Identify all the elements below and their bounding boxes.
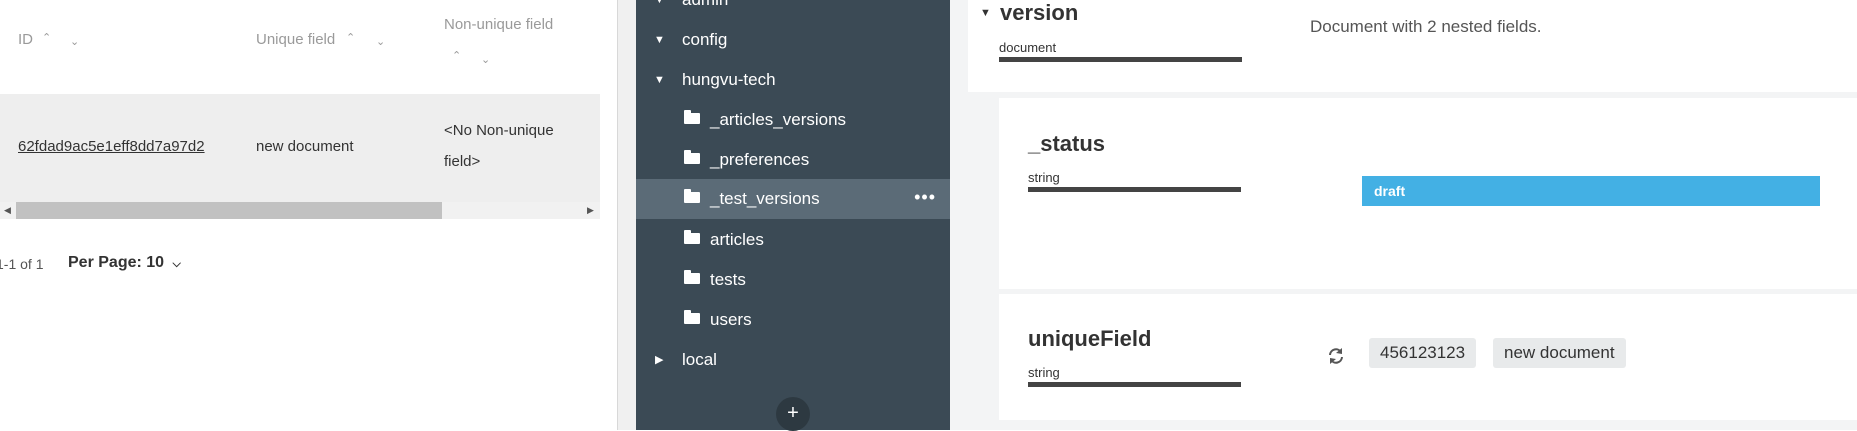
status-field-card: _status string draft (999, 98, 1857, 289)
field-type: string (1028, 170, 1060, 185)
table-row[interactable]: 62fdad9ac5e1eff8dd7a97d2 new document <N… (0, 94, 600, 202)
non-unique-field-cell-line1: <No Non-unique (444, 122, 554, 139)
tree-item-label: articles (710, 230, 764, 249)
tree-item-label: local (682, 350, 717, 369)
sort-desc-icon[interactable]: ⌄ (481, 53, 490, 66)
field-type-bar (1028, 187, 1241, 192)
pagination-range: 1-1 of 1 (0, 256, 44, 272)
tree-item-admin[interactable]: ▼ admin (636, 0, 950, 20)
horizontal-scrollbar[interactable]: ◀ ▶ (0, 202, 600, 219)
sort-asc-icon[interactable]: ⌃ (346, 31, 355, 44)
field-type-bar (1028, 382, 1241, 387)
chevron-down-icon: ⌵ (172, 258, 181, 270)
id-cell[interactable]: 62fdad9ac5e1eff8dd7a97d2 (18, 138, 205, 155)
column-header-unique-field[interactable]: Unique field (256, 31, 335, 48)
unique-field-cell: new document (256, 138, 354, 155)
per-page-label: Per Page: 10 (68, 254, 165, 271)
tree-item-label: admin (682, 0, 728, 20)
folder-icon (684, 189, 700, 203)
sort-asc-icon[interactable]: ⌃ (452, 49, 461, 62)
tree-item-label: tests (710, 270, 746, 289)
tree-item-label: config (682, 30, 728, 49)
tree-item-users[interactable]: users (636, 300, 950, 340)
value-tag[interactable]: 456123123 (1369, 338, 1477, 368)
tree-item-label: users (710, 310, 752, 329)
folder-icon (684, 230, 700, 244)
folder-icon (684, 150, 700, 164)
status-value-chip[interactable]: draft (1362, 176, 1820, 206)
unique-field-card: uniqueField string 456123123 new documen… (999, 294, 1857, 420)
tree-item-hungvu-tech[interactable]: ▼ hungvu-tech (636, 60, 950, 100)
column-header-id[interactable]: ID (18, 31, 33, 48)
field-name: version (1000, 0, 1079, 25)
refresh-icon[interactable] (1326, 346, 1346, 366)
field-name: _status (1028, 131, 1106, 156)
more-options-icon[interactable]: ••• (914, 179, 936, 215)
field-description: Document with 2 nested fields. (1310, 17, 1542, 36)
tree-item-test-versions[interactable]: _test_versions ••• (636, 179, 950, 219)
panel-splitter[interactable] (617, 0, 637, 430)
document-view-panel: ▼ version document Document with 2 neste… (950, 0, 1857, 430)
field-type: string (1028, 365, 1060, 380)
tree-item-label: _articles_versions (710, 110, 847, 129)
document-id-link[interactable]: 62fdad9ac5e1eff8dd7a97d2 (18, 138, 205, 155)
sort-desc-icon[interactable]: ⌄ (70, 35, 79, 48)
caret-down-icon[interactable]: ▼ (980, 7, 991, 19)
tree-item-config[interactable]: ▼ config (636, 20, 950, 60)
tree-item-label: _preferences (710, 150, 810, 169)
value-tag[interactable]: new document (1493, 338, 1626, 368)
caret-down-icon[interactable]: ▼ (654, 20, 665, 60)
scroll-right-arrow-icon[interactable]: ▶ (587, 202, 594, 219)
tree-item-label: _test_versions (710, 189, 820, 208)
per-page-select[interactable]: Per Page: 10 ⌵ (68, 254, 181, 272)
folder-icon (684, 110, 700, 124)
column-header-non-unique-field[interactable]: Non-unique field (444, 16, 553, 33)
tree-item-preferences[interactable]: _preferences (636, 140, 950, 180)
collection-tree: ▼ admin ▼ config ▼ hungvu-tech _articles… (636, 0, 950, 431)
documents-table-panel: ID ⌃ ⌄ Unique field ⌃ ⌄ Non-unique field… (0, 0, 618, 430)
caret-down-icon[interactable]: ▼ (654, 0, 665, 20)
add-button[interactable]: + (776, 397, 810, 431)
tree-item-local[interactable]: ▶ local (636, 340, 950, 380)
folder-icon (684, 310, 700, 324)
caret-down-icon[interactable]: ▼ (654, 60, 665, 100)
tree-item-label: hungvu-tech (682, 70, 776, 89)
sort-desc-icon[interactable]: ⌄ (376, 35, 385, 48)
folder-icon (684, 270, 700, 284)
tree-item-tests[interactable]: tests (636, 260, 950, 300)
sort-asc-icon[interactable]: ⌃ (42, 31, 51, 44)
scrollbar-thumb[interactable] (16, 202, 442, 219)
version-field-card: ▼ version document Document with 2 neste… (968, 0, 1857, 92)
tree-item-articles[interactable]: articles (636, 220, 950, 260)
field-type: document (999, 40, 1057, 55)
caret-right-icon[interactable]: ▶ (655, 340, 663, 380)
field-name: uniqueField (1028, 326, 1152, 351)
non-unique-field-cell-line2: field> (444, 153, 481, 170)
field-type-bar (999, 57, 1242, 62)
tree-item-articles-versions[interactable]: _articles_versions (636, 100, 950, 140)
scroll-left-arrow-icon[interactable]: ◀ (4, 202, 11, 219)
